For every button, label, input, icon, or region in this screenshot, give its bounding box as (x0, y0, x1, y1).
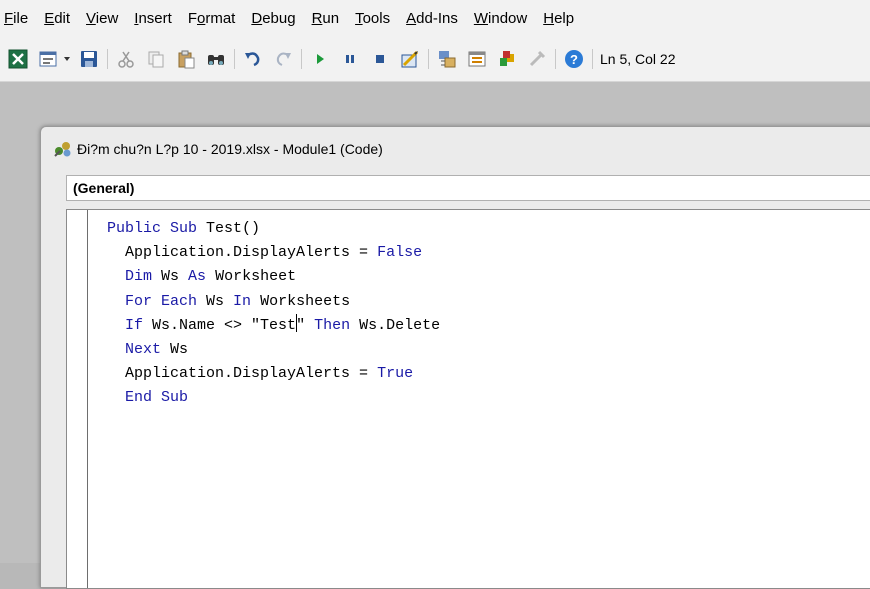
toolbar-separator (428, 48, 429, 69)
menu-file[interactable]: File (0, 10, 36, 27)
cursor-position-status: Ln 5, Col 22 (600, 50, 676, 67)
code-line: Application.DisplayAlerts = True (125, 365, 414, 383)
menu-add-ins[interactable]: Add-Ins (398, 10, 466, 27)
standard-toolbar: ? Ln 5, Col 22 (0, 36, 870, 82)
menu-run[interactable]: Run (304, 10, 348, 27)
cut-icon[interactable] (116, 49, 136, 69)
project-explorer-icon[interactable] (437, 49, 457, 69)
toolbar-separator (301, 48, 302, 69)
code-text[interactable]: Public Sub Test() Application.DisplayAle… (107, 217, 440, 411)
undo-icon[interactable] (243, 49, 263, 69)
find-icon[interactable] (206, 49, 226, 69)
code-line: If Ws.Name <> "Test" Then Ws.Delete (107, 313, 440, 338)
object-browser-icon[interactable] (497, 49, 517, 69)
code-editor[interactable]: Public Sub Test() Application.DisplayAle… (66, 209, 870, 589)
menu-window[interactable]: Window (466, 10, 535, 27)
properties-icon[interactable] (467, 49, 487, 69)
menu-help[interactable]: Help (535, 10, 582, 27)
code-line: Dim Ws As Worksheet (125, 268, 297, 286)
code-line: End Sub (125, 389, 189, 407)
run-icon[interactable] (310, 49, 330, 69)
toolbar-separator (555, 48, 556, 69)
mdi-client-area: Đi?m chu?n L?p 10 - 2019.xlsx - Module1 … (0, 82, 870, 589)
code-window[interactable]: Đi?m chu?n L?p 10 - 2019.xlsx - Module1 … (40, 126, 870, 589)
reset-icon[interactable] (370, 49, 390, 69)
save-icon[interactable] (79, 49, 99, 69)
help-icon[interactable]: ? (564, 49, 584, 69)
paste-icon[interactable] (176, 49, 196, 69)
menu-debug[interactable]: Debug (243, 10, 303, 27)
toolbar-separator (107, 48, 108, 69)
code-line: Public Sub Test() (107, 220, 261, 237)
insert-userform-icon[interactable] (38, 49, 58, 69)
toolbar-separator (592, 48, 593, 69)
margin-indicator-bar[interactable] (67, 210, 88, 588)
menu-tools[interactable]: Tools (347, 10, 398, 27)
code-line: Next Ws (125, 341, 189, 359)
svg-text:?: ? (570, 52, 578, 67)
code-line: Application.DisplayAlerts = False (125, 244, 423, 262)
copy-icon[interactable] (146, 49, 166, 69)
module-icon (53, 140, 73, 158)
object-combo-value: (General) (73, 180, 135, 196)
dropdown-arrow-icon[interactable] (63, 49, 71, 69)
break-icon[interactable] (340, 49, 360, 69)
menu-format[interactable]: Format (180, 10, 244, 27)
menu-edit[interactable]: Edit (36, 10, 78, 27)
excel-icon[interactable] (8, 49, 28, 69)
code-window-title: Đi?m chu?n L?p 10 - 2019.xlsx - Module1 … (77, 141, 383, 157)
design-mode-icon[interactable] (400, 49, 420, 69)
object-combo[interactable]: (General) (66, 175, 870, 201)
code-window-titlebar[interactable]: Đi?m chu?n L?p 10 - 2019.xlsx - Module1 … (41, 127, 870, 171)
menu-bar: File Edit View Insert Format Debug Run T… (0, 0, 870, 36)
redo-icon[interactable] (273, 49, 293, 69)
menu-insert[interactable]: Insert (126, 10, 180, 27)
toolbox-icon[interactable] (527, 49, 547, 69)
code-line: For Each Ws In Worksheets (125, 292, 351, 310)
menu-view[interactable]: View (78, 10, 126, 27)
toolbar-separator (234, 48, 235, 69)
